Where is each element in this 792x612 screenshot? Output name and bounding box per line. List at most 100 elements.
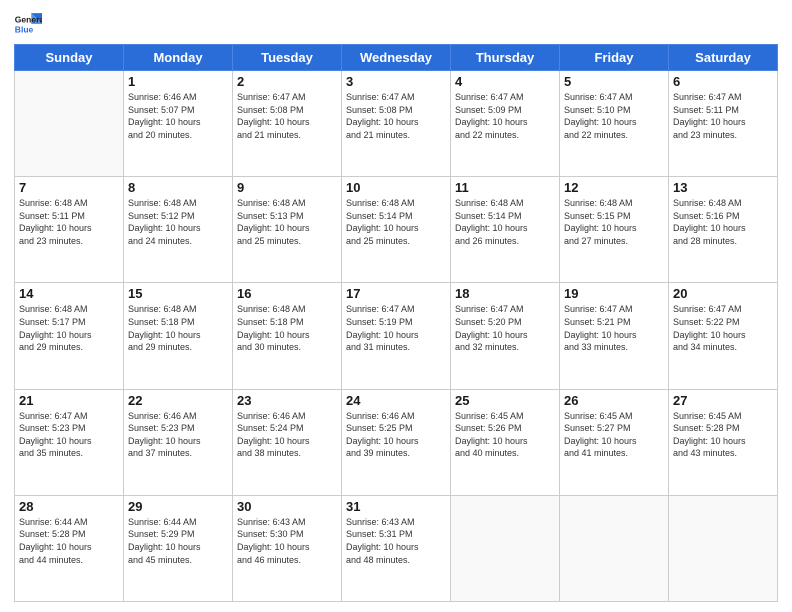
calendar-cell: 6 Sunrise: 6:47 AM Sunset: 5:11 PM Daylig…	[669, 71, 778, 177]
calendar-cell: 5 Sunrise: 6:47 AM Sunset: 5:10 PM Daylig…	[560, 71, 669, 177]
day-info: Sunrise: 6:48 AM Sunset: 5:18 PM Dayligh…	[128, 303, 228, 353]
calendar-cell: 20 Sunrise: 6:47 AM Sunset: 5:22 PM Dayli…	[669, 283, 778, 389]
day-number: 6	[673, 74, 773, 89]
calendar-cell: 9 Sunrise: 6:48 AM Sunset: 5:13 PM Daylig…	[233, 177, 342, 283]
calendar-day-header: Monday	[124, 45, 233, 71]
calendar-cell: 23 Sunrise: 6:46 AM Sunset: 5:24 PM Dayli…	[233, 389, 342, 495]
calendar-cell: 1 Sunrise: 6:46 AM Sunset: 5:07 PM Daylig…	[124, 71, 233, 177]
calendar-cell: 29 Sunrise: 6:44 AM Sunset: 5:29 PM Dayli…	[124, 495, 233, 601]
day-number: 14	[19, 286, 119, 301]
day-info: Sunrise: 6:45 AM Sunset: 5:27 PM Dayligh…	[564, 410, 664, 460]
calendar-cell: 25 Sunrise: 6:45 AM Sunset: 5:26 PM Dayli…	[451, 389, 560, 495]
calendar-cell: 7Sunrise: 6:48 AM Sunset: 5:11 PM Daylig…	[15, 177, 124, 283]
day-number: 13	[673, 180, 773, 195]
calendar-cell: 21 Sunrise: 6:47 AM Sunset: 5:23 PM Dayli…	[15, 389, 124, 495]
day-info: Sunrise: 6:48 AM Sunset: 5:14 PM Dayligh…	[455, 197, 555, 247]
calendar-cell: 31 Sunrise: 6:43 AM Sunset: 5:31 PM Dayli…	[342, 495, 451, 601]
day-info: Sunrise: 6:47 AM Sunset: 5:21 PM Dayligh…	[564, 303, 664, 353]
calendar-table: SundayMondayTuesdayWednesdayThursdayFrid…	[14, 44, 778, 602]
calendar-cell: 12 Sunrise: 6:48 AM Sunset: 5:15 PM Dayli…	[560, 177, 669, 283]
calendar-day-header: Saturday	[669, 45, 778, 71]
logo-icon: General Blue	[14, 10, 42, 38]
day-number: 31	[346, 499, 446, 514]
calendar-cell: 26 Sunrise: 6:45 AM Sunset: 5:27 PM Dayli…	[560, 389, 669, 495]
day-number: 16	[237, 286, 337, 301]
day-info: Sunrise: 6:48 AM Sunset: 5:13 PM Dayligh…	[237, 197, 337, 247]
calendar-day-header: Thursday	[451, 45, 560, 71]
calendar-day-header: Tuesday	[233, 45, 342, 71]
calendar-cell: 28 Sunrise: 6:44 AM Sunset: 5:28 PM Dayli…	[15, 495, 124, 601]
day-info: Sunrise: 6:47 AM Sunset: 5:11 PM Dayligh…	[673, 91, 773, 141]
day-info: Sunrise: 6:48 AM Sunset: 5:17 PM Dayligh…	[19, 303, 119, 353]
day-info: Sunrise: 6:47 AM Sunset: 5:20 PM Dayligh…	[455, 303, 555, 353]
day-number: 26	[564, 393, 664, 408]
day-number: 15	[128, 286, 228, 301]
day-info: Sunrise: 6:46 AM Sunset: 5:25 PM Dayligh…	[346, 410, 446, 460]
calendar-cell: 3 Sunrise: 6:47 AM Sunset: 5:08 PM Daylig…	[342, 71, 451, 177]
calendar-cell: 4 Sunrise: 6:47 AM Sunset: 5:09 PM Daylig…	[451, 71, 560, 177]
calendar-cell	[15, 71, 124, 177]
calendar-header-row: SundayMondayTuesdayWednesdayThursdayFrid…	[15, 45, 778, 71]
day-number: 10	[346, 180, 446, 195]
day-info: Sunrise: 6:47 AM Sunset: 5:23 PM Dayligh…	[19, 410, 119, 460]
day-number: 12	[564, 180, 664, 195]
day-info: Sunrise: 6:48 AM Sunset: 5:14 PM Dayligh…	[346, 197, 446, 247]
day-info: Sunrise: 6:48 AM Sunset: 5:15 PM Dayligh…	[564, 197, 664, 247]
day-info: Sunrise: 6:47 AM Sunset: 5:09 PM Dayligh…	[455, 91, 555, 141]
day-number: 25	[455, 393, 555, 408]
calendar-cell: 27 Sunrise: 6:45 AM Sunset: 5:28 PM Dayli…	[669, 389, 778, 495]
day-info: Sunrise: 6:46 AM Sunset: 5:24 PM Dayligh…	[237, 410, 337, 460]
calendar-cell: 30 Sunrise: 6:43 AM Sunset: 5:30 PM Dayli…	[233, 495, 342, 601]
logo: General Blue	[14, 10, 42, 38]
day-info: Sunrise: 6:47 AM Sunset: 5:10 PM Dayligh…	[564, 91, 664, 141]
calendar-cell: 15 Sunrise: 6:48 AM Sunset: 5:18 PM Dayli…	[124, 283, 233, 389]
day-info: Sunrise: 6:46 AM Sunset: 5:07 PM Dayligh…	[128, 91, 228, 141]
day-info: Sunrise: 6:48 AM Sunset: 5:11 PM Dayligh…	[19, 197, 119, 247]
day-number: 29	[128, 499, 228, 514]
day-number: 23	[237, 393, 337, 408]
calendar-cell: 19 Sunrise: 6:47 AM Sunset: 5:21 PM Dayli…	[560, 283, 669, 389]
day-info: Sunrise: 6:44 AM Sunset: 5:28 PM Dayligh…	[19, 516, 119, 566]
day-info: Sunrise: 6:48 AM Sunset: 5:18 PM Dayligh…	[237, 303, 337, 353]
calendar-cell: 11 Sunrise: 6:48 AM Sunset: 5:14 PM Dayli…	[451, 177, 560, 283]
day-number: 1	[128, 74, 228, 89]
day-info: Sunrise: 6:47 AM Sunset: 5:08 PM Dayligh…	[237, 91, 337, 141]
day-number: 21	[19, 393, 119, 408]
svg-text:Blue: Blue	[15, 25, 34, 35]
calendar-cell: 8Sunrise: 6:48 AM Sunset: 5:12 PM Daylig…	[124, 177, 233, 283]
calendar-cell: 2 Sunrise: 6:47 AM Sunset: 5:08 PM Daylig…	[233, 71, 342, 177]
day-number: 30	[237, 499, 337, 514]
day-info: Sunrise: 6:43 AM Sunset: 5:30 PM Dayligh…	[237, 516, 337, 566]
day-number: 18	[455, 286, 555, 301]
calendar-day-header: Sunday	[15, 45, 124, 71]
calendar-week-row: 1 Sunrise: 6:46 AM Sunset: 5:07 PM Daylig…	[15, 71, 778, 177]
calendar-week-row: 28 Sunrise: 6:44 AM Sunset: 5:28 PM Dayli…	[15, 495, 778, 601]
day-number: 27	[673, 393, 773, 408]
calendar-week-row: 21 Sunrise: 6:47 AM Sunset: 5:23 PM Dayli…	[15, 389, 778, 495]
calendar-cell: 13 Sunrise: 6:48 AM Sunset: 5:16 PM Dayli…	[669, 177, 778, 283]
day-number: 20	[673, 286, 773, 301]
day-number: 3	[346, 74, 446, 89]
day-number: 28	[19, 499, 119, 514]
day-info: Sunrise: 6:48 AM Sunset: 5:12 PM Dayligh…	[128, 197, 228, 247]
day-info: Sunrise: 6:47 AM Sunset: 5:22 PM Dayligh…	[673, 303, 773, 353]
day-number: 4	[455, 74, 555, 89]
day-number: 24	[346, 393, 446, 408]
calendar-cell: 22Sunrise: 6:46 AM Sunset: 5:23 PM Dayli…	[124, 389, 233, 495]
day-number: 2	[237, 74, 337, 89]
svg-text:General: General	[15, 14, 42, 24]
calendar-cell: 10 Sunrise: 6:48 AM Sunset: 5:14 PM Dayli…	[342, 177, 451, 283]
day-number: 19	[564, 286, 664, 301]
day-info: Sunrise: 6:43 AM Sunset: 5:31 PM Dayligh…	[346, 516, 446, 566]
calendar-cell: 24 Sunrise: 6:46 AM Sunset: 5:25 PM Dayli…	[342, 389, 451, 495]
day-info: Sunrise: 6:48 AM Sunset: 5:16 PM Dayligh…	[673, 197, 773, 247]
day-info: Sunrise: 6:44 AM Sunset: 5:29 PM Dayligh…	[128, 516, 228, 566]
day-number: 11	[455, 180, 555, 195]
day-info: Sunrise: 6:46 AM Sunset: 5:23 PM Dayligh…	[128, 410, 228, 460]
calendar-cell: 17Sunrise: 6:47 AM Sunset: 5:19 PM Dayli…	[342, 283, 451, 389]
day-info: Sunrise: 6:45 AM Sunset: 5:28 PM Dayligh…	[673, 410, 773, 460]
day-info: Sunrise: 6:47 AM Sunset: 5:08 PM Dayligh…	[346, 91, 446, 141]
day-info: Sunrise: 6:45 AM Sunset: 5:26 PM Dayligh…	[455, 410, 555, 460]
day-number: 5	[564, 74, 664, 89]
day-number: 9	[237, 180, 337, 195]
